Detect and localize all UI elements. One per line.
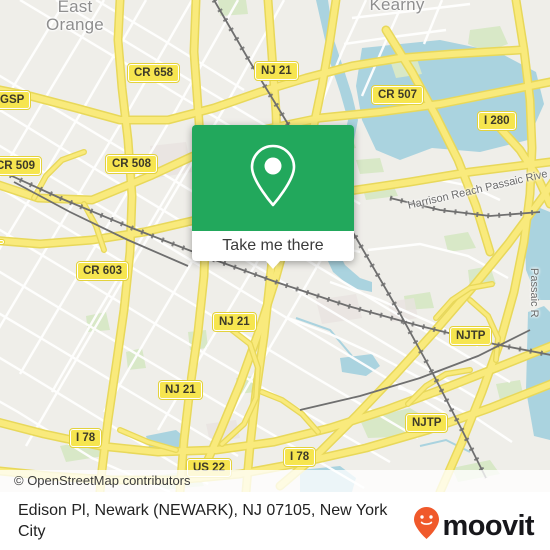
road-shield-nj-21-south[interactable]: NJ 21 xyxy=(158,380,203,400)
road-shield-cr-603[interactable]: CR 603 xyxy=(76,261,129,281)
road-shield-gsp[interactable]: GSP xyxy=(0,90,32,110)
road-shield-i-78-east[interactable]: I 78 xyxy=(282,447,317,467)
take-me-there-button[interactable]: Take me there xyxy=(192,231,354,261)
city-label-kearny: Kearny xyxy=(369,0,425,14)
road-shield-i-280[interactable]: I 280 xyxy=(477,111,517,131)
road-shield-cr-507[interactable]: CR 507 xyxy=(371,85,424,105)
road-shield-njtp-north[interactable]: NJTP xyxy=(448,326,493,346)
moovit-pin-icon xyxy=(413,506,440,545)
city-label-east-orange: East Orange xyxy=(46,0,104,34)
road-shield-cr-658[interactable]: CR 658 xyxy=(127,63,180,83)
address-text: Edison Pl, Newark (NEWARK), NJ 07105, Ne… xyxy=(18,502,388,540)
map-attribution: © OpenStreetMap contributors xyxy=(0,470,550,492)
footer-bar: Edison Pl, Newark (NEWARK), NJ 07105, Ne… xyxy=(0,492,550,550)
map-pin-icon xyxy=(246,141,300,216)
road-shield-cr-509[interactable]: CR 509 xyxy=(0,156,42,176)
popup-pointer-tail xyxy=(265,260,281,269)
road-shield-nj-21-mid[interactable]: NJ 21 xyxy=(212,312,257,332)
road-shield-nj-21-north[interactable]: NJ 21 xyxy=(254,61,299,81)
road-shield-i-78-west[interactable]: I 78 xyxy=(68,428,103,448)
road-shield-njtp-south[interactable]: NJTP xyxy=(404,413,449,433)
popup-icon-area xyxy=(192,125,354,231)
attribution-text: © OpenStreetMap contributors xyxy=(14,473,191,488)
moovit-wordmark: moovit xyxy=(442,509,535,542)
water-label-passaic-river: Passaic R xyxy=(528,268,540,318)
road-shield-clipped-left[interactable] xyxy=(0,239,5,245)
destination-popup[interactable]: Take me there xyxy=(192,125,354,261)
road-shield-cr-508[interactable]: CR 508 xyxy=(105,154,158,174)
take-me-there-label: Take me there xyxy=(222,237,324,254)
moovit-map-screenshot: East Orange Kearny CR 658 NJ 21 CR 507 I… xyxy=(0,0,550,550)
moovit-logo[interactable]: moovit xyxy=(413,506,535,545)
